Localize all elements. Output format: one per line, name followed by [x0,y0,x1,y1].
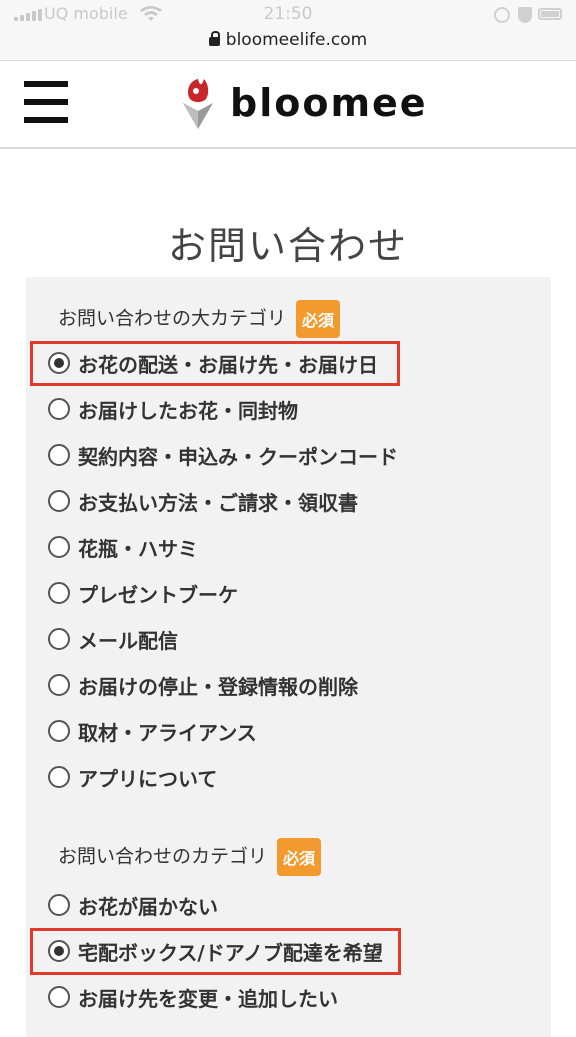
page-title: お問い合わせ [167,224,408,269]
major-option-5[interactable]: プレゼントブーケ [48,573,238,613]
radio-button[interactable] [48,536,70,558]
radio-button-checked[interactable] [48,352,70,374]
option-label: 花瓶・ハサミ [78,536,198,561]
address-bar[interactable]: bloomeelife.com [0,30,576,50]
option-label: 契約内容・申込み・クーポンコード [78,444,398,469]
major-option-7[interactable]: お届けの停止・登録情報の削除 [48,665,358,705]
option-label: メール配信 [78,628,178,653]
major-option-1[interactable]: お届けしたお花・同封物 [48,389,298,429]
required-badge: 必須 [296,300,341,338]
required-badge: 必須 [277,838,322,876]
radio-button-checked[interactable] [48,940,70,962]
option-label: お届け先を変更・追加したい [78,986,338,1011]
radio-button[interactable] [48,490,70,512]
clock: 21:50 [263,4,313,24]
radio-button[interactable] [48,674,70,696]
major-option-3[interactable]: お支払い方法・ご請求・領収書 [48,481,358,521]
radio-button[interactable] [48,398,70,420]
radio-button[interactable] [48,894,70,916]
major-category-label-text: お問い合わせの大カテゴリ [58,307,287,330]
option-label: アプリについて [78,766,218,791]
option-label: 宅配ボックス/ドアノブ配達を希望 [78,940,383,965]
major-option-8[interactable]: 取材・アライアンス [48,711,257,751]
status-bar: UQ mobile 21:50 bloomeelife.com [0,0,576,61]
site-header: bloomee [0,61,576,149]
option-label: お支払い方法・ご請求・領収書 [78,490,358,515]
flower-logo-icon [183,79,213,129]
radio-button[interactable] [48,582,70,604]
option-label: お花の配送・お届け先・お届け日 [78,352,378,377]
major-category-label: お問い合わせの大カテゴリ 必須 [58,300,341,338]
hamburger-icon[interactable] [24,81,68,123]
category-label-text: お問い合わせのカテゴリ [58,845,268,868]
major-option-4[interactable]: 花瓶・ハサミ [48,527,198,567]
option-label: お届けしたお花・同封物 [78,398,298,423]
category-option-2[interactable]: お届け先を変更・追加したい [48,977,338,1017]
lock-icon [208,31,220,46]
option-label: 取材・アライアンス [78,720,257,745]
radio-button[interactable] [48,720,70,742]
battery-icon [538,8,562,20]
radio-button[interactable] [48,766,70,788]
category-option-1[interactable]: 宅配ボックス/ドアノブ配達を希望 [48,931,383,971]
option-label: プレゼントブーケ [78,582,238,607]
category-option-0[interactable]: お花が届かない [48,885,218,925]
url-text: bloomeelife.com [225,30,368,50]
major-option-2[interactable]: 契約内容・申込み・クーポンコード [48,435,398,475]
major-option-6[interactable]: メール配信 [48,619,178,659]
brand-name: bloomee [230,81,428,125]
orientation-lock-icon [494,7,510,23]
major-option-9[interactable]: アプリについて [48,757,217,797]
radio-button[interactable] [48,628,70,650]
option-label: お届けの停止・登録情報の削除 [78,674,358,699]
brand-logo[interactable]: bloomee [180,75,426,135]
major-option-0[interactable]: お花の配送・お届け先・お届け日 [48,343,378,383]
radio-button[interactable] [48,986,70,1008]
shield-icon [518,7,532,23]
option-label: お花が届かない [78,894,218,919]
category-label: お問い合わせのカテゴリ 必須 [58,838,322,876]
radio-button[interactable] [48,444,70,466]
